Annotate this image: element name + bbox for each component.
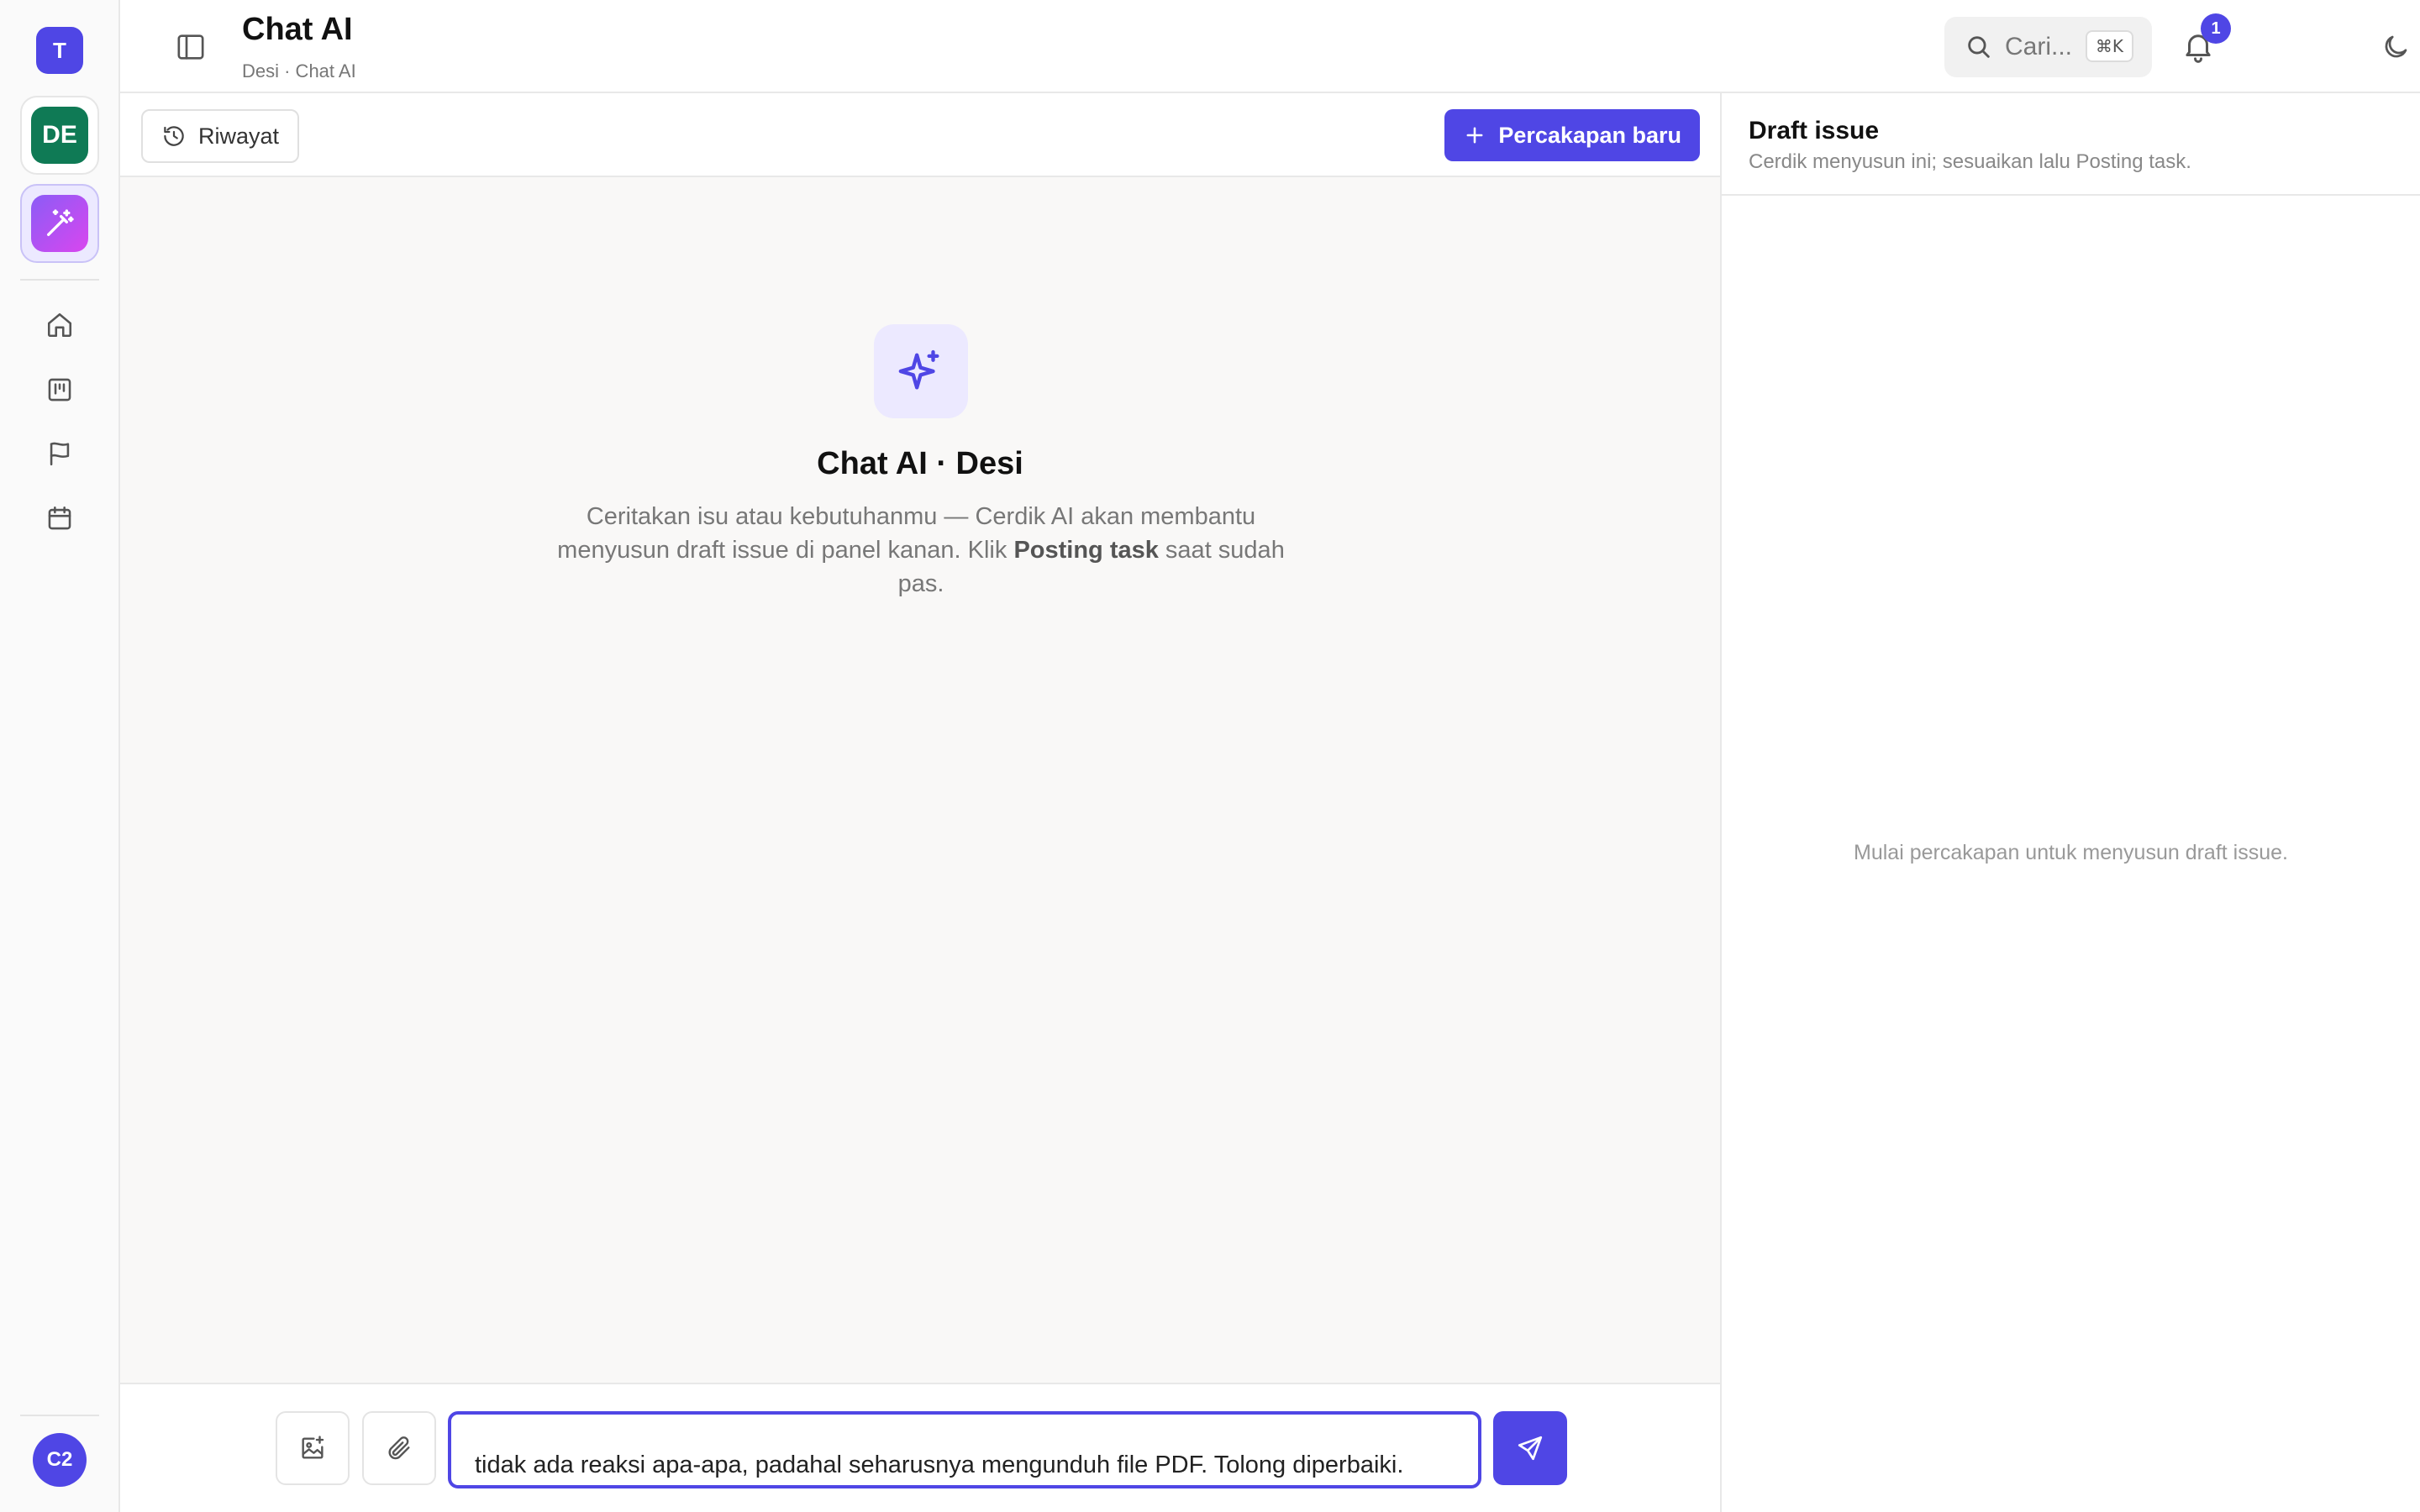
draft-empty-message: Mulai percakapan untuk menyusun draft is… bbox=[1854, 841, 2288, 864]
kanban-board-icon[interactable] bbox=[42, 372, 77, 407]
search-input[interactable]: Cari... ⌘K bbox=[1944, 17, 2152, 77]
history-button-label: Riwayat bbox=[198, 123, 280, 149]
sparkles-icon bbox=[874, 324, 968, 418]
workspace-switcher[interactable]: T bbox=[36, 27, 83, 74]
attach-image-button[interactable] bbox=[276, 1411, 350, 1485]
empty-state-description: Ceritakan isu atau kebutuhanmu — Cerdik … bbox=[557, 503, 1285, 597]
draft-panel-header: Draft issue Cerdik menyusun ini; sesuaik… bbox=[1722, 93, 2420, 196]
image-add-icon bbox=[302, 1436, 324, 1459]
posting-task-emphasis: Posting task bbox=[1013, 537, 1159, 564]
project-tile-desi[interactable]: DE bbox=[20, 96, 99, 175]
project-initials: DE bbox=[31, 107, 88, 164]
user-avatar[interactable]: C2 bbox=[33, 1433, 87, 1487]
search-shortcut-badge: ⌘K bbox=[2085, 30, 2133, 62]
send-button[interactable] bbox=[1493, 1411, 1567, 1485]
empty-state-title: Chat AI · Desi bbox=[817, 446, 1023, 481]
new-chat-button[interactable]: Percakapan baru bbox=[1444, 109, 1700, 161]
draft-panel-subtitle: Cerdik menyusun ini; sesuaikan lalu Post… bbox=[1749, 150, 2191, 173]
moon-icon[interactable] bbox=[2381, 32, 2411, 62]
calendar-icon[interactable] bbox=[42, 501, 77, 536]
chat-toolbar: Riwayat Percakapan baru bbox=[120, 93, 1720, 177]
magic-wand-icon bbox=[31, 195, 88, 252]
rail-divider bbox=[20, 279, 99, 281]
chat-messages-area: Chat AI · Desi Ceritakan isu atau kebutu… bbox=[120, 177, 1720, 1383]
history-icon bbox=[164, 126, 184, 146]
message-composer: tidak ada reaksi apa-apa, padahal seharu… bbox=[120, 1383, 1720, 1512]
draft-issue-panel: Draft issue Cerdik menyusun ini; sesuaik… bbox=[1722, 93, 2420, 1512]
flag-icon[interactable] bbox=[42, 436, 77, 471]
rail-divider-bottom bbox=[20, 1415, 99, 1416]
top-bar: Chat AI Desi · Chat AI Cari... ⌘K 1 C2 bbox=[120, 0, 2420, 93]
notification-badge: 1 bbox=[2201, 13, 2231, 44]
paperclip-icon bbox=[388, 1436, 410, 1460]
sidebar-toggle-icon[interactable] bbox=[174, 30, 208, 64]
send-icon bbox=[1518, 1436, 1543, 1461]
draft-panel-title: Draft issue bbox=[1749, 117, 1880, 144]
history-button[interactable]: Riwayat bbox=[141, 109, 300, 163]
home-icon[interactable] bbox=[42, 307, 77, 343]
ai-tool-tile[interactable] bbox=[20, 184, 99, 263]
message-input[interactable]: tidak ada reaksi apa-apa, padahal seharu… bbox=[448, 1411, 1481, 1488]
page-title: Chat AI bbox=[242, 12, 353, 47]
chat-panel: Riwayat Percakapan baru Chat AI · Desi C… bbox=[120, 93, 1722, 1512]
message-input-text: tidak ada reaksi apa-apa, padahal seharu… bbox=[475, 1452, 1404, 1478]
new-chat-button-label: Percakapan baru bbox=[1498, 122, 1681, 148]
search-placeholder: Cari... bbox=[2005, 33, 2073, 60]
breadcrumb: Desi · Chat AI bbox=[242, 60, 356, 81]
search-icon bbox=[1968, 36, 1990, 58]
attach-file-button[interactable] bbox=[362, 1411, 436, 1485]
left-rail: T DE C2 bbox=[0, 0, 120, 1512]
plus-icon bbox=[1466, 127, 1483, 144]
